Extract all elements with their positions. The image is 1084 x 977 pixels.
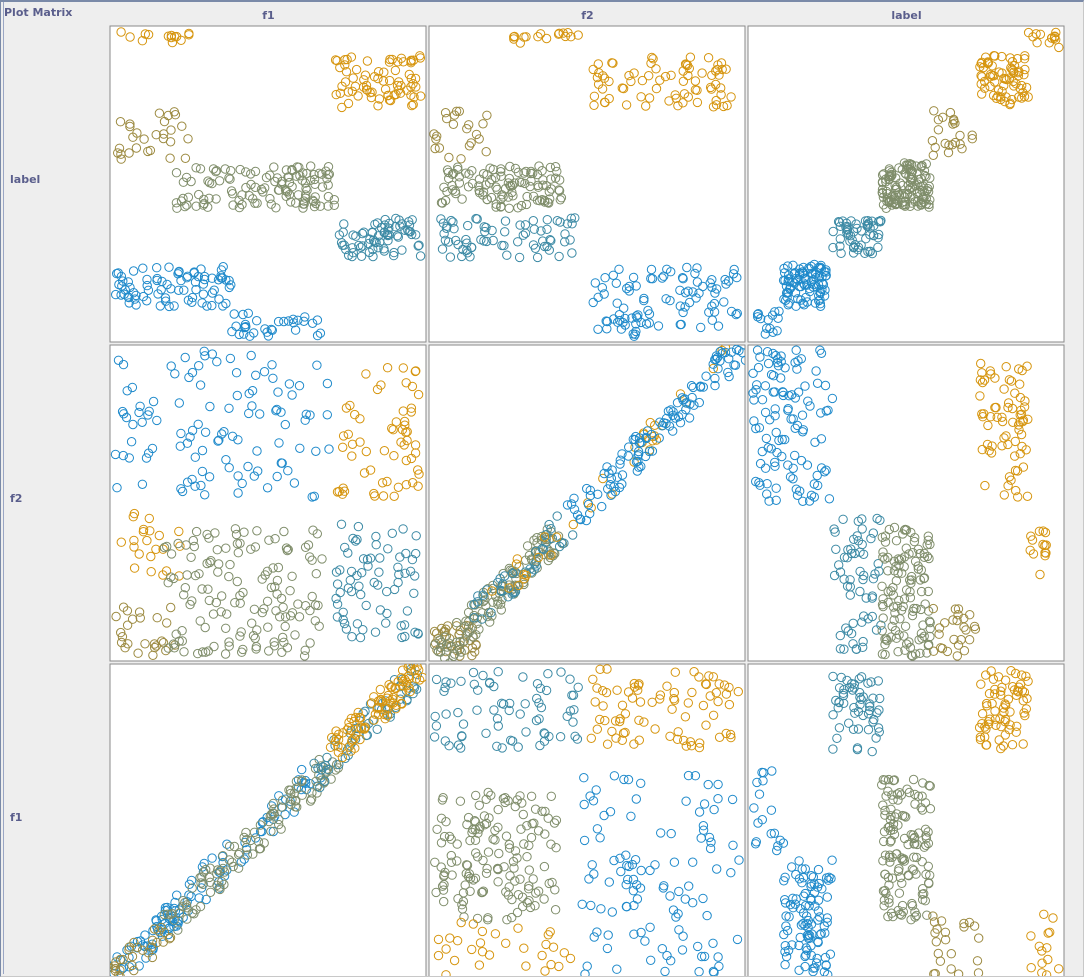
panel-label-vs-f1 — [109, 25, 427, 343]
panel-f2-vs-f2 — [428, 344, 746, 662]
panel-f1-vs-f2 — [428, 663, 746, 976]
panel-f1-vs-label — [747, 663, 1065, 976]
panel-label-vs-f2 — [428, 25, 746, 343]
panel-f2-vs-label — [747, 344, 1065, 662]
panel-background — [109, 25, 427, 343]
panel-background — [428, 663, 746, 976]
panel-background — [747, 25, 1065, 343]
scatter-matrix — [109, 25, 1065, 976]
panel-label-vs-label — [747, 25, 1065, 343]
panel-f2-vs-f1 — [109, 344, 427, 662]
panel-f1-vs-f1 — [109, 663, 427, 976]
